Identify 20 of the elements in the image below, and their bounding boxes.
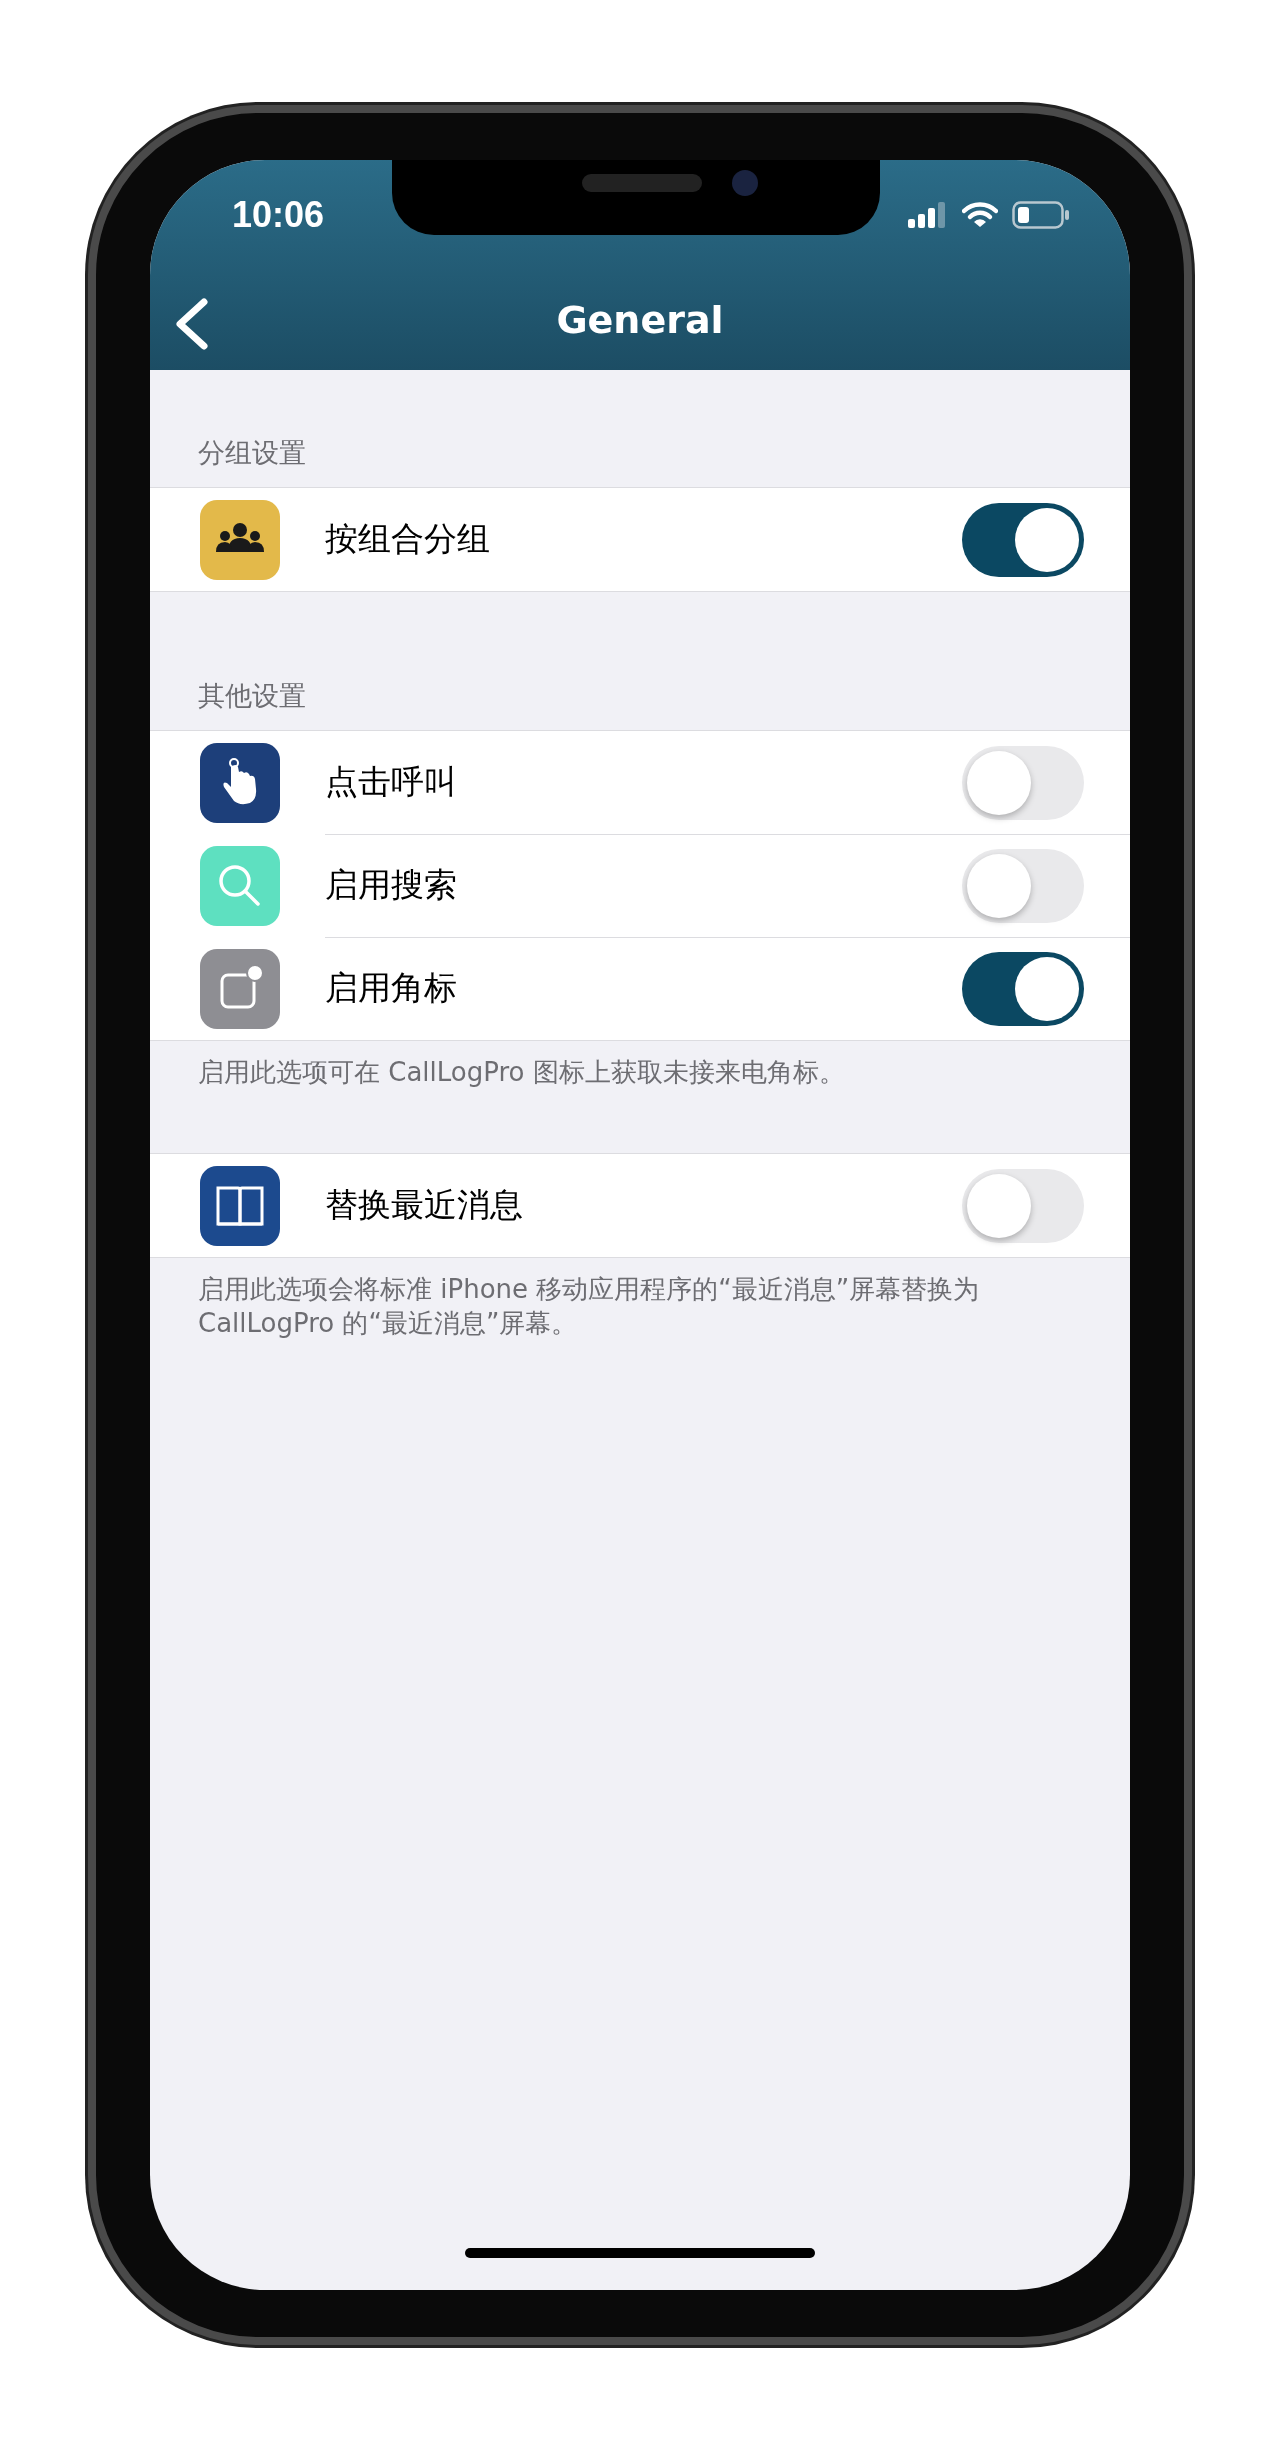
search-icon	[200, 845, 280, 926]
battery-icon	[1012, 201, 1070, 229]
tapping-hand-icon	[200, 742, 280, 823]
wifi-icon	[962, 202, 998, 228]
status-time: 10:06	[232, 194, 325, 236]
section-footer: 启用此选项会将标准 iPhone 移动应用程序的“最近消息”屏幕替换为 CallLogPro 的“最近消息”屏幕。	[150, 1258, 1130, 1404]
screen-title: General	[556, 298, 724, 342]
setting-label: 启用角标	[325, 967, 458, 1009]
book-icon	[200, 1165, 280, 1246]
group-icon	[200, 499, 280, 580]
setting-label: 按组合分组	[325, 518, 491, 560]
section-header: 分组设置	[198, 436, 306, 470]
section-header: 其他设置	[198, 679, 306, 713]
setting-label: 替换最近消息	[325, 1184, 524, 1226]
badge-icon	[200, 948, 280, 1029]
setting-label: 点击呼叫	[325, 761, 458, 803]
section-footer: 启用此选项可在 CallLogPro 图标上获取未接来电角标。	[150, 1041, 1130, 1153]
camera-lens	[732, 170, 758, 196]
signal-icon	[908, 202, 948, 228]
setting-label: 启用搜索	[325, 864, 458, 906]
